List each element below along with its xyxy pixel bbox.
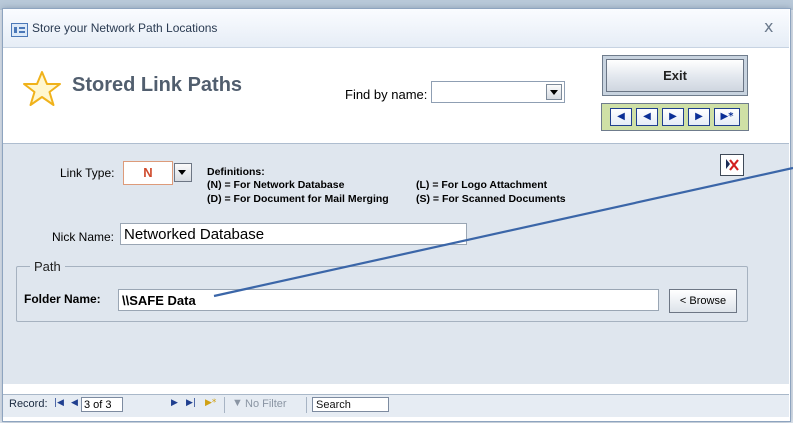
- divider: [224, 397, 225, 413]
- filter-status[interactable]: No Filter: [245, 398, 287, 410]
- filter-icon: ▼: [232, 397, 243, 409]
- divider: [306, 397, 307, 413]
- previous-record-icon[interactable]: ◀: [71, 398, 78, 408]
- first-record-icon[interactable]: |◀: [54, 398, 64, 408]
- search-input[interactable]: Search: [312, 397, 389, 412]
- annotation-line: [213, 166, 793, 298]
- last-record-icon[interactable]: ▶|: [186, 398, 196, 408]
- new-record-icon[interactable]: ▶*: [205, 398, 216, 408]
- next-record-icon[interactable]: ▶: [171, 398, 178, 408]
- record-label: Record:: [9, 398, 48, 410]
- current-record-field[interactable]: 3 of 3: [81, 397, 123, 412]
